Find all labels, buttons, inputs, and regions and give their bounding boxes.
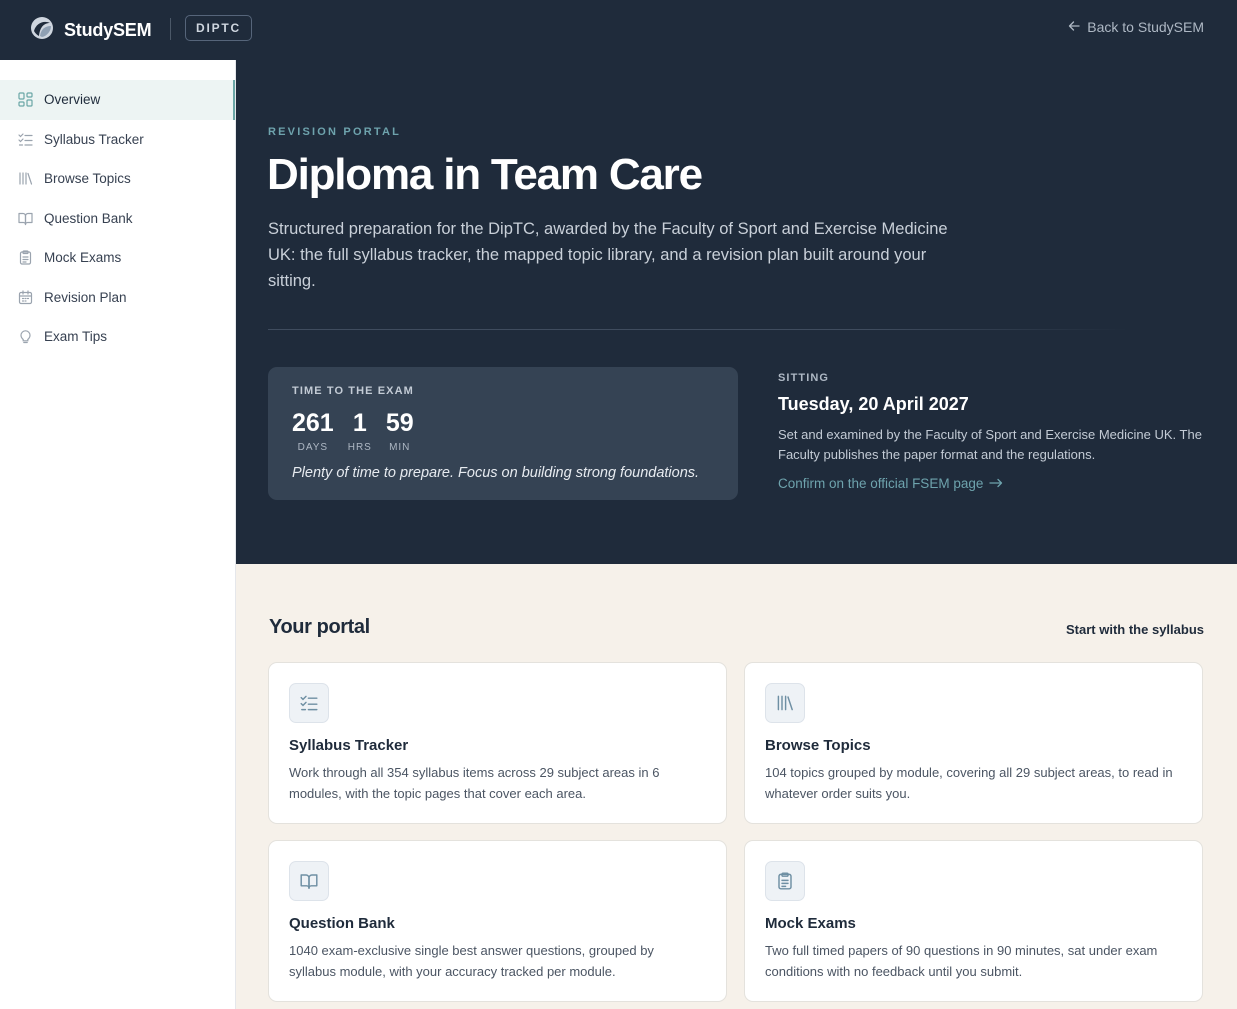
sidebar-item-label: Overview bbox=[44, 92, 101, 108]
sidebar-item-exam-tips[interactable]: Exam Tips bbox=[0, 317, 235, 357]
library-icon bbox=[765, 683, 805, 723]
start-with-syllabus-link[interactable]: Start with the syllabus bbox=[1066, 622, 1204, 637]
sidebar-item-browse-topics[interactable]: Browse Topics bbox=[0, 159, 235, 199]
sidebar-item-revision-plan[interactable]: Revision Plan bbox=[0, 278, 235, 318]
sitting-date: Tuesday, 20 April 2027 bbox=[778, 394, 969, 414]
card-title: Browse Topics bbox=[765, 737, 871, 754]
book-open-icon bbox=[289, 861, 329, 901]
arrow-left-icon bbox=[1068, 19, 1087, 35]
back-to-studysem-link[interactable]: Back to StudySEM bbox=[1068, 19, 1204, 35]
countdown-days-value: 261 bbox=[292, 409, 334, 437]
card-title: Question Bank bbox=[289, 915, 395, 932]
hero-eyebrow: REVISION PORTAL bbox=[268, 126, 402, 138]
countdown-minutes-caption: MIN bbox=[389, 442, 411, 453]
sidebar-item-label: Mock Exams bbox=[44, 250, 122, 266]
checklist-icon bbox=[17, 131, 33, 147]
clipboard-icon bbox=[17, 250, 33, 266]
sidebar-item-mock-exams[interactable]: Mock Exams bbox=[0, 238, 235, 278]
studysem-logo-icon bbox=[30, 16, 54, 45]
sidebar-item-syllabus-tracker[interactable]: Syllabus Tracker bbox=[0, 120, 235, 160]
card-syllabus-tracker[interactable]: Syllabus Tracker Work through all 354 sy… bbox=[268, 662, 727, 824]
hero-description: Structured preparation for the DipTC, aw… bbox=[268, 220, 948, 290]
back-link-label: Back to StudySEM bbox=[1087, 19, 1204, 35]
portal-section: Your portal Start with the syllabus Syll… bbox=[236, 564, 1237, 1009]
countdown-note: Plenty of time to prepare. Focus on buil… bbox=[292, 465, 700, 481]
top-bar: StudySEM DIPTC Back to StudySEM bbox=[0, 0, 1237, 60]
official-fsem-link-label: Confirm on the official FSEM page bbox=[778, 476, 984, 491]
brand[interactable]: StudySEM bbox=[30, 16, 152, 45]
sidebar-item-label: Exam Tips bbox=[44, 329, 108, 345]
grid-icon bbox=[17, 92, 33, 108]
card-description: Work through all 354 syllabus items acro… bbox=[289, 765, 660, 801]
clipboard-icon bbox=[765, 861, 805, 901]
card-description: 104 topics grouped by module, covering a… bbox=[765, 765, 1173, 801]
hero-section: REVISION PORTAL Diploma in Team Care Str… bbox=[236, 60, 1237, 564]
card-question-bank[interactable]: Question Bank 1040 exam-exclusive single… bbox=[268, 840, 727, 1002]
sitting-label: SITTING bbox=[778, 372, 830, 384]
brand-name: StudySEM bbox=[64, 20, 152, 40]
sidebar-item-label: Browse Topics bbox=[44, 171, 131, 187]
card-mock-exams[interactable]: Mock Exams Two full timed papers of 90 q… bbox=[744, 840, 1203, 1002]
countdown-label: TIME TO THE EXAM bbox=[292, 385, 414, 397]
countdown-hours-value: 1 bbox=[352, 409, 367, 437]
countdown-hours: 1 HRS bbox=[348, 407, 372, 453]
library-icon bbox=[17, 171, 33, 187]
calendar-icon bbox=[17, 289, 33, 305]
sitting-description: Set and examined by the Faculty of Sport… bbox=[778, 427, 1202, 462]
sidebar-item-question-bank[interactable]: Question Bank bbox=[0, 199, 235, 239]
course-badge: DIPTC bbox=[185, 15, 252, 41]
countdown-minutes-value: 59 bbox=[385, 409, 414, 437]
countdown-days-caption: DAYS bbox=[297, 442, 329, 453]
sidebar-item-overview[interactable]: Overview bbox=[0, 80, 235, 120]
sidebar-item-label: Question Bank bbox=[44, 210, 133, 226]
checklist-icon bbox=[289, 683, 329, 723]
official-fsem-link[interactable]: Confirm on the official FSEM page bbox=[778, 476, 1003, 491]
card-title: Mock Exams bbox=[765, 915, 856, 932]
page-title: Diploma in Team Care bbox=[267, 150, 703, 199]
sitting-info: SITTING Tuesday, 20 April 2027 Set and e… bbox=[778, 372, 1218, 493]
card-browse-topics[interactable]: Browse Topics 104 topics grouped by modu… bbox=[744, 662, 1203, 824]
card-description: Two full timed papers of 90 questions in… bbox=[765, 943, 1158, 979]
card-description: 1040 exam-exclusive single best answer q… bbox=[289, 943, 654, 979]
countdown-hours-caption: HRS bbox=[347, 442, 372, 453]
countdown-values: 261 DAYS 1 HRS 59 MIN bbox=[292, 407, 428, 453]
arrow-right-icon bbox=[983, 476, 1003, 491]
countdown-days: 261 DAYS bbox=[292, 407, 334, 453]
hero-divider bbox=[268, 329, 1128, 330]
brand-divider bbox=[170, 18, 171, 40]
sidebar-item-label: Syllabus Tracker bbox=[44, 131, 144, 147]
sidebar: Overview Syllabus Tracker Browse Topics … bbox=[0, 60, 236, 1009]
book-open-icon bbox=[17, 210, 33, 226]
lightbulb-icon bbox=[17, 329, 33, 345]
card-title: Syllabus Tracker bbox=[289, 737, 409, 754]
sidebar-item-label: Revision Plan bbox=[44, 289, 127, 305]
countdown-minutes: 59 MIN bbox=[386, 407, 414, 453]
exam-countdown-panel: TIME TO THE EXAM 261 DAYS 1 HRS 59 MIN P… bbox=[268, 367, 738, 500]
portal-title: Your portal bbox=[269, 616, 370, 638]
